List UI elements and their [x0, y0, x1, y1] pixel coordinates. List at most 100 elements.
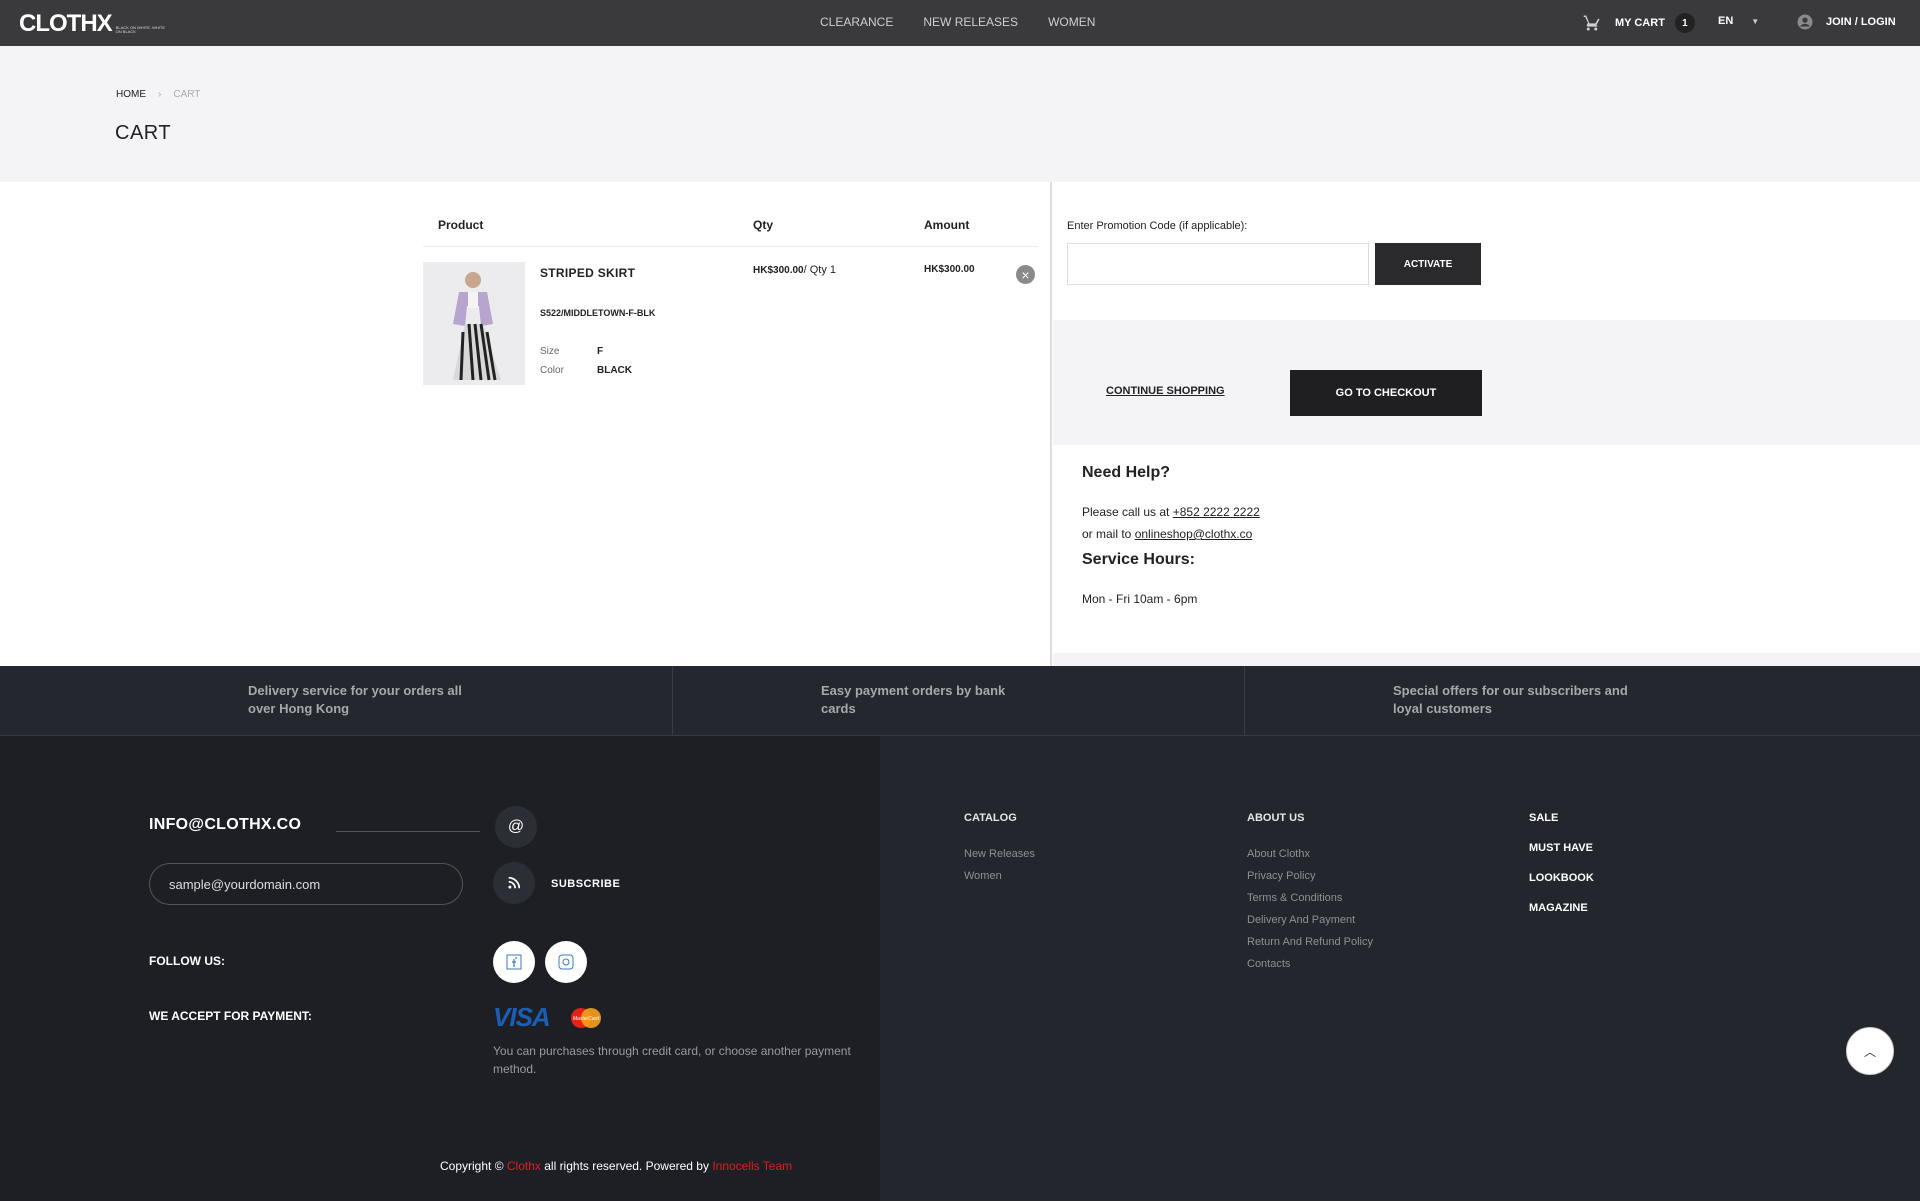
- my-cart-button[interactable]: MY CART 1: [1583, 13, 1695, 33]
- my-cart-label: MY CART: [1615, 17, 1665, 29]
- help-mail-line: or mail to onlineshop@clothx.co: [1082, 527, 1252, 541]
- instagram-icon[interactable]: [545, 941, 587, 983]
- quantity-text: / Qty 1: [803, 264, 836, 276]
- promo-code-input[interactable]: [1067, 243, 1369, 285]
- continue-shopping-link[interactable]: CONTINUE SHOPPING: [1106, 385, 1225, 397]
- divider: [423, 246, 1038, 247]
- breadcrumb-separator: ›: [158, 89, 162, 100]
- cart-summary-panel: Enter Promotion Code (if applicable): AC…: [1053, 182, 1920, 666]
- subscribe-email-input[interactable]: sample@yourdomain.com: [149, 863, 463, 905]
- logo[interactable]: CLOTHX BLACK ON WHITE, WHITE ON BLACK: [19, 10, 166, 38]
- catalog-heading: CATALOG: [964, 812, 1017, 824]
- service-hours-title: Service Hours:: [1082, 551, 1195, 568]
- footer-right: CATALOG New Releases Women ABOUT US Abou…: [880, 736, 1920, 1201]
- nav-women[interactable]: WOMEN: [1048, 15, 1095, 29]
- help-phone-prefix: Please call us at: [1082, 505, 1173, 519]
- facebook-icon[interactable]: [493, 941, 535, 983]
- footer-link-terms[interactable]: Terms & Conditions: [1247, 892, 1373, 914]
- checkout-button[interactable]: GO TO CHECKOUT: [1290, 370, 1482, 416]
- quantity: HK$300.00/ Qty 1: [753, 264, 836, 276]
- catalog-links: New Releases Women: [964, 848, 1035, 892]
- line-amount: HK$300.00: [924, 264, 975, 275]
- footer-link-women[interactable]: Women: [964, 870, 1035, 892]
- nav-new-releases[interactable]: NEW RELEASES: [923, 15, 1018, 29]
- contact-email[interactable]: INFO@CLOTHX.CO: [149, 816, 301, 834]
- visa-logo: VISA: [493, 1002, 551, 1032]
- breadcrumb-current: CART: [173, 89, 201, 100]
- about-heading: ABOUT US: [1247, 812, 1305, 824]
- size-value: F: [597, 346, 604, 357]
- back-to-top-button[interactable]: ︿: [1846, 1027, 1894, 1075]
- promo-label: Enter Promotion Code (if applicable):: [1067, 220, 1248, 232]
- help-title: Need Help?: [1082, 464, 1171, 481]
- footer-link-about[interactable]: About Clothx: [1247, 848, 1373, 870]
- footer-link-lookbook[interactable]: LOOKBOOK: [1529, 872, 1594, 902]
- cart-icon: [1583, 15, 1600, 31]
- remove-item-button[interactable]: ×: [1016, 265, 1035, 284]
- login-button[interactable]: JOIN / LOGIN: [1796, 13, 1896, 31]
- page-title: CART: [115, 122, 172, 144]
- footer-link-privacy[interactable]: Privacy Policy: [1247, 870, 1373, 892]
- phone-link[interactable]: +852 2222 2222: [1173, 505, 1260, 519]
- help-section: Need Help? Please call us at +852 2222 2…: [1053, 445, 1920, 653]
- email-link[interactable]: onlineshop@clothx.co: [1135, 527, 1253, 541]
- size-label: Size: [540, 346, 560, 357]
- at-icon[interactable]: @: [495, 806, 537, 848]
- copyright-prefix: Copyright ©: [440, 1159, 507, 1173]
- extra-links: SALE MUST HAVE LOOKBOOK MAGAZINE: [1529, 812, 1594, 932]
- copyright-middle: all rights reserved. Powered by: [540, 1159, 713, 1173]
- divider: [336, 831, 480, 832]
- footer-link-contacts[interactable]: Contacts: [1247, 958, 1373, 980]
- footer-link-new-releases[interactable]: New Releases: [964, 848, 1035, 870]
- mastercard-text: MasterCard: [573, 1016, 599, 1022]
- page-header-band: HOME › CART CART: [0, 46, 1920, 182]
- product-name[interactable]: STRIPED SKIRT: [540, 266, 635, 280]
- color-label: Color: [540, 365, 564, 376]
- chevron-up-icon: ︿: [1863, 1044, 1876, 1059]
- column-header-amount: Amount: [924, 218, 970, 232]
- feature-offers: Special offers for our subscribers and l…: [1393, 683, 1628, 716]
- service-hours: Mon - Fri 10am - 6pm: [1082, 592, 1198, 606]
- activate-button[interactable]: ACTIVATE: [1375, 243, 1481, 285]
- nav-clearance[interactable]: CLEARANCE: [820, 15, 893, 29]
- user-icon: [1797, 14, 1813, 30]
- copyright-brand-link[interactable]: Clothx: [507, 1159, 541, 1173]
- footer-link-delivery[interactable]: Delivery And Payment: [1247, 914, 1373, 936]
- chevron-down-icon: ▼: [1751, 16, 1760, 26]
- follow-label: FOLLOW US:: [149, 954, 225, 968]
- logo-tagline: BLACK ON WHITE, WHITE ON BLACK: [115, 25, 166, 34]
- color-value: BLACK: [597, 365, 632, 376]
- help-mail-prefix: or mail to: [1082, 527, 1135, 541]
- language-selector[interactable]: EN ▼: [1718, 15, 1759, 27]
- cart-table: Product Qty Amount STRIPED SKIRT S522/MI…: [0, 182, 1052, 666]
- column-header-product: Product: [438, 218, 484, 232]
- login-label: JOIN / LOGIN: [1826, 16, 1896, 28]
- rss-icon[interactable]: [493, 862, 535, 904]
- product-sku: S522/MIDDLETOWN-F-BLK: [540, 308, 656, 318]
- mastercard-logo: MasterCard: [569, 1007, 603, 1029]
- footer-left: INFO@CLOTHX.CO @ sample@yourdomain.com S…: [0, 736, 880, 1201]
- subscribe-button[interactable]: SUBSCRIBE: [551, 878, 620, 890]
- product-image[interactable]: [423, 262, 525, 385]
- about-links: About Clothx Privacy Policy Terms & Cond…: [1247, 848, 1373, 980]
- site-header: CLOTHX BLACK ON WHITE, WHITE ON BLACK CL…: [0, 0, 1920, 46]
- promo-section: Enter Promotion Code (if applicable): AC…: [1053, 182, 1920, 320]
- payment-label: WE ACCEPT FOR PAYMENT:: [149, 1009, 312, 1023]
- footer-link-magazine[interactable]: MAGAZINE: [1529, 902, 1594, 932]
- footer-link-must-have[interactable]: MUST HAVE: [1529, 842, 1594, 872]
- column-header-qty: Qty: [753, 218, 774, 232]
- footer-link-sale[interactable]: SALE: [1529, 812, 1594, 842]
- breadcrumb: HOME › CART: [116, 89, 200, 100]
- feature-payment: Easy payment orders by bank cards: [821, 683, 1006, 716]
- divider: [672, 666, 673, 736]
- copyright: Copyright © Clothx all rights reserved. …: [440, 1159, 792, 1173]
- language-value: EN: [1718, 15, 1734, 27]
- divider: [1244, 666, 1245, 736]
- close-icon: ×: [1021, 266, 1030, 283]
- footer-link-returns[interactable]: Return And Refund Policy: [1247, 936, 1373, 958]
- cart-count-badge: 1: [1674, 13, 1695, 33]
- breadcrumb-home[interactable]: HOME: [116, 89, 146, 100]
- payment-note: You can purchases through credit card, o…: [493, 1044, 851, 1076]
- feature-delivery: Delivery service for your orders all ove…: [248, 683, 462, 716]
- copyright-team-link[interactable]: Innocells Team: [712, 1159, 792, 1173]
